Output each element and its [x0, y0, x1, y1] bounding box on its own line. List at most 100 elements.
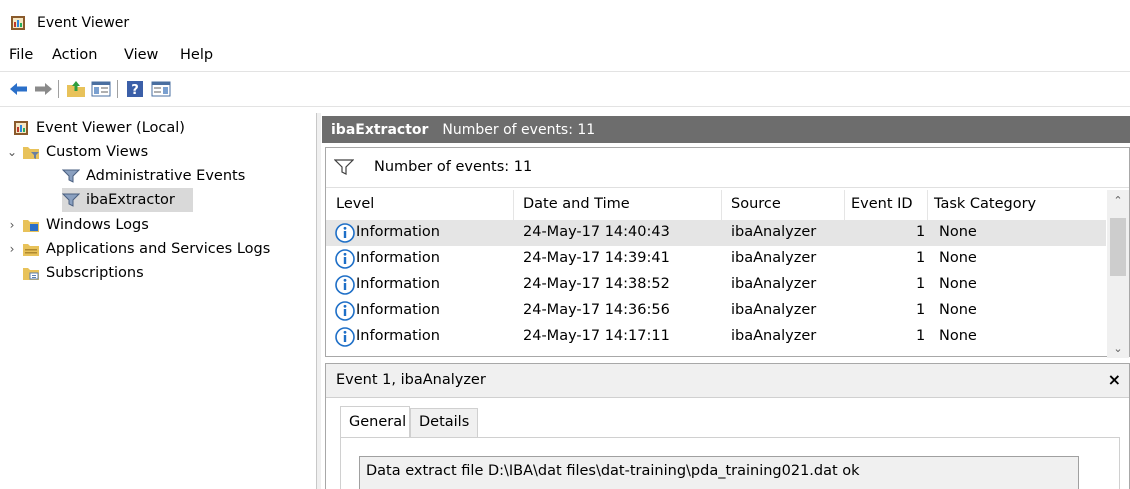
tree-item-windows-logs[interactable]: Windows Logs — [22, 213, 149, 237]
column-divider[interactable] — [927, 190, 928, 220]
chevron-right-icon[interactable]: › — [6, 243, 18, 255]
cell-event-id: 1 — [916, 328, 926, 344]
column-event-id[interactable]: Event ID — [851, 196, 913, 212]
event-count: Number of events: 11 — [442, 121, 596, 138]
svg-text:?: ? — [131, 83, 139, 98]
column-level[interactable]: Level — [336, 196, 374, 212]
tree-item-custom-views[interactable]: Custom Views — [22, 140, 148, 164]
detail-title: Event 1, ibaAnalyzer — [336, 372, 486, 388]
cell-date-time: 24-May-17 14:36:56 — [523, 302, 670, 318]
column-date-time[interactable]: Date and Time — [523, 196, 630, 212]
tree-item-subscriptions[interactable]: Subscriptions — [22, 261, 144, 285]
cell-level: Information — [356, 276, 440, 292]
table-row[interactable]: Information 24-May-17 14:39:41 ibaAnalyz… — [326, 246, 1106, 272]
tab-general[interactable]: General — [340, 406, 410, 438]
filter-bar: Number of events: 11 — [326, 148, 1129, 188]
table-row[interactable]: Information 24-May-17 14:36:56 ibaAnalyz… — [326, 298, 1106, 324]
cell-task-category: None — [939, 250, 977, 266]
event-description: Data extract file D:\IBA\dat files\dat-t… — [366, 463, 860, 479]
tree-item-label: ibaExtractor — [86, 192, 175, 208]
windows-logs-icon — [23, 220, 39, 232]
menu-action[interactable]: Action — [52, 47, 97, 63]
scroll-down-icon[interactable]: ⌄ — [1107, 338, 1129, 358]
filter-icon — [62, 169, 80, 183]
cell-event-id: 1 — [916, 302, 926, 318]
cell-event-id: 1 — [916, 224, 926, 240]
event-viewer-app-icon — [11, 16, 25, 30]
menu-divider — [0, 71, 1130, 72]
cell-task-category: None — [939, 276, 977, 292]
column-divider[interactable] — [513, 190, 514, 220]
menu-view[interactable]: View — [124, 47, 158, 63]
up-folder-icon[interactable] — [65, 78, 87, 100]
tree-item-ibaextractor[interactable]: ibaExtractor — [62, 188, 193, 212]
log-name: ibaExtractor — [331, 121, 429, 138]
tree-item-event-viewer-local[interactable]: Event Viewer (Local) — [12, 116, 185, 140]
information-icon — [335, 327, 355, 347]
tree-item-label: Administrative Events — [86, 168, 246, 184]
folder-icon — [23, 244, 39, 256]
chevron-right-icon[interactable]: › — [6, 219, 18, 231]
scroll-up-icon[interactable]: ⌃ — [1107, 190, 1129, 210]
column-task-category[interactable]: Task Category — [934, 196, 1036, 212]
tree-item-label: Event Viewer (Local) — [36, 120, 185, 136]
subscriptions-icon — [23, 268, 39, 280]
scrollbar-thumb[interactable] — [1110, 218, 1126, 276]
cell-date-time: 24-May-17 14:17:11 — [523, 328, 670, 344]
show-hide-action-pane-icon[interactable] — [150, 78, 172, 100]
toolbar-divider — [58, 80, 59, 98]
table-row[interactable]: Information 24-May-17 14:38:52 ibaAnalyz… — [326, 272, 1106, 298]
cell-date-time: 24-May-17 14:40:43 — [523, 224, 670, 240]
window-title: Event Viewer — [37, 15, 130, 31]
cell-date-time: 24-May-17 14:39:41 — [523, 250, 670, 266]
cell-source: ibaAnalyzer — [731, 224, 817, 240]
column-divider[interactable] — [721, 190, 722, 220]
tree-item-label: Custom Views — [46, 144, 149, 160]
tree-item-applications-services-logs[interactable]: Applications and Services Logs — [22, 237, 270, 261]
column-source[interactable]: Source — [731, 196, 781, 212]
menu-bar: File Action View Help — [0, 44, 1130, 68]
event-description-box[interactable]: Data extract file D:\IBA\dat files\dat-t… — [359, 456, 1079, 489]
table-row[interactable]: Information 24-May-17 14:40:43 ibaAnalyz… — [326, 220, 1106, 246]
tree-item-label: Subscriptions — [46, 265, 144, 281]
toolbar-border — [0, 106, 1130, 107]
event-detail-panel: Event 1, ibaAnalyzer × General Details D… — [325, 363, 1130, 489]
events-scrollbar[interactable]: ⌃ ⌄ — [1107, 190, 1129, 358]
chevron-down-icon[interactable]: ⌄ — [6, 146, 18, 158]
tab-details[interactable]: Details — [410, 408, 478, 438]
cell-task-category: None — [939, 328, 977, 344]
filter-count: Number of events: 11 — [374, 159, 533, 175]
cell-date-time: 24-May-17 14:38:52 — [523, 276, 670, 292]
detail-header: Event 1, ibaAnalyzer × — [326, 364, 1129, 398]
information-icon — [335, 249, 355, 269]
menu-help[interactable]: Help — [180, 47, 213, 63]
forward-icon[interactable] — [32, 78, 54, 100]
help-icon[interactable]: ? — [124, 78, 146, 100]
information-icon — [335, 223, 355, 243]
results-header: ibaExtractor Number of events: 11 — [322, 116, 1130, 143]
cell-level: Information — [356, 250, 440, 266]
table-row[interactable]: Information 24-May-17 14:17:11 ibaAnalyz… — [326, 324, 1106, 350]
toolbar-divider — [117, 80, 118, 98]
close-icon[interactable]: × — [1108, 370, 1121, 389]
cell-source: ibaAnalyzer — [731, 328, 817, 344]
filter-icon — [334, 159, 354, 175]
information-icon — [335, 301, 355, 321]
general-tab-content: Data extract file D:\IBA\dat files\dat-t… — [340, 437, 1120, 489]
results-pane: ibaExtractor Number of events: 11 Number… — [322, 113, 1130, 489]
cell-source: ibaAnalyzer — [731, 276, 817, 292]
events-list-panel: Number of events: 11 Level Date and Time… — [325, 147, 1130, 358]
pane-splitter[interactable] — [316, 113, 321, 489]
show-hide-console-tree-icon[interactable] — [90, 78, 112, 100]
console-tree: Event Viewer (Local) ⌄ Custom Views Admi… — [0, 113, 316, 489]
cell-source: ibaAnalyzer — [731, 250, 817, 266]
tree-item-administrative-events[interactable]: Administrative Events — [62, 164, 245, 188]
column-divider[interactable] — [844, 190, 845, 220]
cell-level: Information — [356, 224, 440, 240]
cell-source: ibaAnalyzer — [731, 302, 817, 318]
menu-file[interactable]: File — [9, 47, 33, 63]
event-viewer-icon — [14, 121, 28, 135]
back-icon[interactable] — [8, 78, 30, 100]
cell-task-category: None — [939, 302, 977, 318]
cell-event-id: 1 — [916, 250, 926, 266]
